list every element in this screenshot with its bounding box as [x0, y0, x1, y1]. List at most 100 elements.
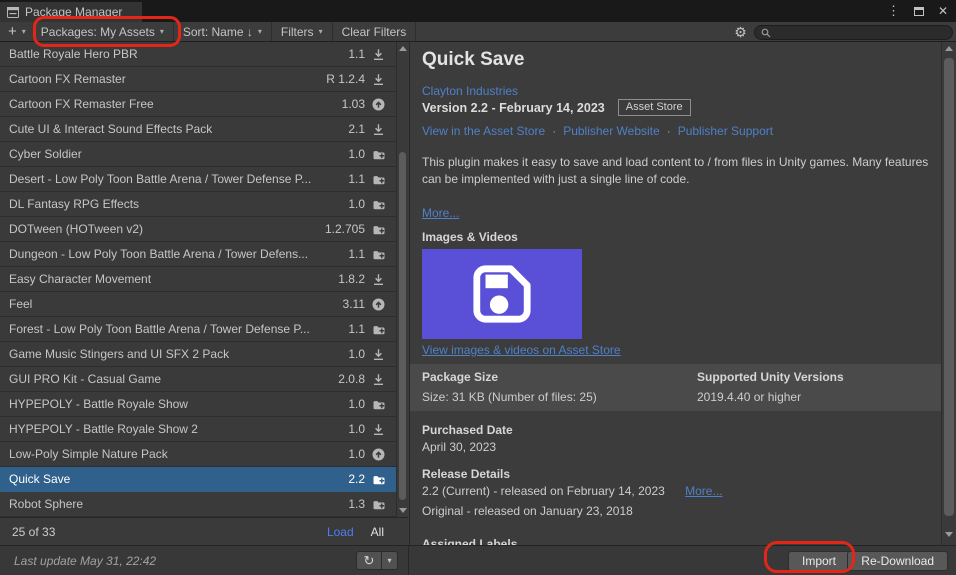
package-version: 1.0 — [348, 197, 365, 211]
imported-icon — [372, 323, 386, 336]
package-size-section: Package Size Size: 31 KB (Number of file… — [410, 364, 941, 411]
imported-icon — [372, 473, 386, 486]
list-item[interactable]: Cyber Soldier 1.0 — [0, 142, 408, 167]
list-item[interactable]: HYPEPOLY - Battle Royale Show 1.0 — [0, 392, 408, 417]
list-item[interactable]: Cartoon FX Remaster Free 1.03 — [0, 92, 408, 117]
search-input[interactable] — [775, 26, 946, 39]
packages-filter-dropdown[interactable]: Packages: My Assets ▾ — [32, 22, 174, 41]
toolbar: + ▾ Packages: My Assets ▾ Sort: Name ↓ ▾… — [0, 22, 956, 42]
package-name: Dungeon - Low Poly Toon Battle Arena / T… — [9, 247, 309, 261]
list-item[interactable]: HYPEPOLY - Battle Royale Show 2 1.0 — [0, 417, 408, 442]
window-menu-icon[interactable]: ⋮ — [887, 3, 900, 19]
release-original-value: Original - released on January 23, 2018 — [422, 504, 633, 518]
refresh-icon: ↻ — [363, 552, 375, 568]
package-count: 25 of 33 — [12, 524, 56, 539]
package-name: Cartoon FX Remaster — [9, 72, 126, 86]
package-name: DL Fantasy RPG Effects — [9, 197, 140, 211]
package-version: 1.1 — [348, 322, 365, 336]
tab-package-manager[interactable]: Package Manager — [0, 2, 142, 22]
package-version: 3.11 — [342, 297, 365, 311]
list-item[interactable]: Robot Sphere 1.3 — [0, 492, 408, 517]
package-name: Desert - Low Poly Toon Battle Arena / To… — [9, 172, 312, 186]
chevron-down-icon: ▾ — [257, 27, 262, 36]
load-all-button[interactable]: All — [371, 525, 384, 539]
search-icon — [761, 28, 771, 38]
maximize-icon[interactable] — [913, 6, 924, 16]
scroll-down-icon[interactable] — [398, 508, 407, 513]
import-button[interactable]: Import — [787, 551, 850, 571]
details-scrollbar-thumb[interactable] — [944, 58, 954, 516]
list-item[interactable]: Game Music Stingers and UI SFX 2 Pack 1.0 — [0, 342, 408, 367]
clear-filters-button[interactable]: Clear Filters — [333, 22, 417, 41]
update-available-icon — [372, 448, 386, 461]
package-name: Cartoon FX Remaster Free — [9, 97, 154, 111]
detail-links: View in the Asset Store · Publisher Websit… — [422, 124, 773, 138]
title-bar: Package Manager ⋮ ✕ — [0, 0, 956, 22]
list-item[interactable]: Cartoon FX Remaster R 1.2.4 — [0, 67, 408, 92]
panel-divider — [408, 546, 409, 575]
package-image-thumbnail[interactable] — [422, 249, 582, 339]
add-package-button[interactable]: + ▾ — [0, 22, 32, 41]
publisher-link[interactable]: Clayton Industries — [422, 84, 518, 98]
view-images-link[interactable]: View images & videos on Asset Store — [422, 343, 621, 357]
package-version: 2.1 — [348, 122, 365, 136]
gear-icon[interactable]: ⚙ — [732, 24, 749, 41]
list-scrollbar[interactable] — [396, 42, 408, 517]
package-version: 1.0 — [348, 147, 365, 161]
list-item[interactable]: Low-Poly Simple Nature Pack 1.0 — [0, 442, 408, 467]
scroll-down-icon[interactable] — [945, 532, 953, 537]
imported-icon — [372, 248, 386, 261]
filters-label: Filters — [280, 24, 314, 39]
refresh-button[interactable]: ↻ — [356, 551, 382, 570]
list-item[interactable]: DOTween (HOTween v2) 1.2.705 — [0, 217, 408, 242]
refresh-dropdown-button[interactable]: ▾ — [382, 551, 398, 570]
list-item[interactable]: DL Fantasy RPG Effects 1.0 — [0, 192, 408, 217]
details-scrollbar[interactable] — [941, 42, 956, 545]
version-date-label: Version 2.2 - February 14, 2023 — [422, 100, 605, 115]
download-icon — [372, 123, 386, 136]
redownload-button[interactable]: Re-Download — [847, 551, 948, 571]
list-item[interactable]: Cute UI & Interact Sound Effects Pack 2.1 — [0, 117, 408, 142]
package-version: 1.0 — [348, 447, 365, 461]
package-version: 1.2.705 — [324, 222, 365, 236]
search-box[interactable] — [754, 25, 953, 40]
purchased-date-value: April 30, 2023 — [422, 440, 497, 454]
package-list: Battle Royale Hero PBR 1.1 Cartoon FX Rema… — [0, 42, 408, 517]
scroll-up-icon[interactable] — [945, 46, 953, 51]
list-item[interactable]: Quick Save 2.2 — [0, 467, 408, 492]
download-icon — [372, 73, 386, 86]
list-item[interactable]: Desert - Low Poly Toon Battle Arena / To… — [0, 167, 408, 192]
detail-link[interactable]: Publisher Website — [563, 124, 660, 138]
close-icon[interactable]: ✕ — [938, 4, 948, 18]
scroll-up-icon[interactable] — [398, 46, 407, 51]
plus-icon: + — [8, 23, 17, 40]
packages-filter-label: Packages: My Assets — [40, 24, 155, 39]
package-version: 1.1 — [348, 247, 365, 261]
list-scrollbar-thumb[interactable] — [399, 152, 406, 500]
package-name: Cute UI & Interact Sound Effects Pack — [9, 122, 213, 136]
sort-dropdown[interactable]: Sort: Name ↓ ▾ — [174, 22, 272, 41]
imported-icon — [372, 398, 386, 411]
package-name: HYPEPOLY - Battle Royale Show — [9, 397, 188, 411]
package-size-heading: Package Size — [422, 370, 499, 384]
release-more-link[interactable]: More... — [685, 484, 722, 498]
package-version: 1.0 — [348, 347, 365, 361]
package-title: Quick Save — [422, 49, 525, 70]
detail-link[interactable]: View in the Asset Store — [422, 124, 545, 138]
filters-dropdown[interactable]: Filters ▾ — [272, 22, 333, 41]
package-list-panel: Battle Royale Hero PBR 1.1 Cartoon FX Rema… — [0, 42, 408, 545]
list-item[interactable]: GUI PRO Kit - Casual Game 2.0.8 — [0, 367, 408, 392]
package-name: Robot Sphere — [9, 497, 84, 511]
package-version: 2.0.8 — [338, 372, 365, 386]
supported-versions-heading: Supported Unity Versions — [697, 370, 844, 384]
description-more-link[interactable]: More... — [422, 206, 459, 220]
package-name: Feel — [9, 297, 33, 311]
list-item[interactable]: Feel 3.11 — [0, 292, 408, 317]
load-more-button[interactable]: Load — [327, 525, 354, 539]
detail-link[interactable]: Publisher Support — [678, 124, 773, 138]
list-item[interactable]: Easy Character Movement 1.8.2 — [0, 267, 408, 292]
list-item[interactable]: Battle Royale Hero PBR 1.1 — [0, 42, 408, 67]
chevron-down-icon: ▾ — [387, 556, 392, 565]
list-item[interactable]: Forest - Low Poly Toon Battle Arena / To… — [0, 317, 408, 342]
list-item[interactable]: Dungeon - Low Poly Toon Battle Arena / T… — [0, 242, 408, 267]
